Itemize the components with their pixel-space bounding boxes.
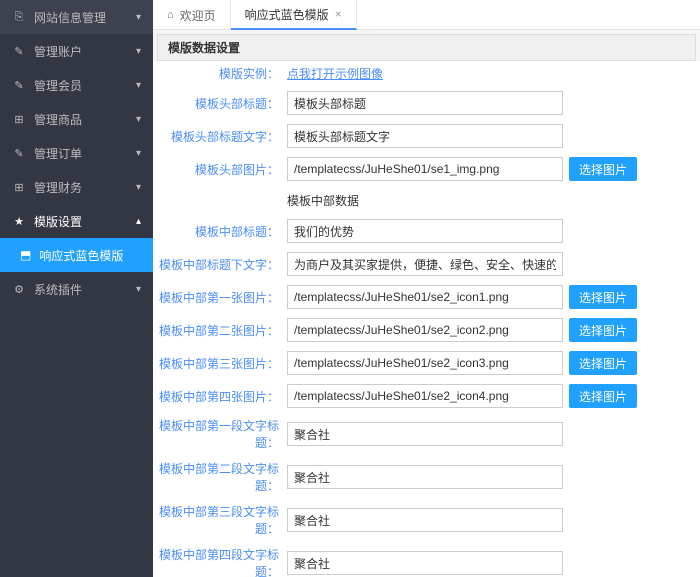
gear-icon: ⚙ [12,282,26,296]
grid-icon: ⊞ [12,112,26,126]
label-middle-img3: 模板中部第三张图片： [157,355,287,372]
sidebar: ⎘ 网站信息管理 ▾ ✎ 管理账户 ▾ ✎ 管理会员 ▾ ⊞ 管理商品 ▾ ✎ 管理订单 … [0,0,153,577]
input-middle-img1[interactable] [287,285,563,309]
input-text-title2[interactable] [287,465,563,489]
chevron-down-icon: ▾ [136,182,141,193]
tab-bar: ⌂ 欢迎页 响应式蓝色模版 × [153,0,700,30]
nav-label: 网站信息管理 [34,9,106,26]
star-icon: ★ [12,214,26,228]
tab-template-blue[interactable]: 响应式蓝色模版 × [231,0,357,30]
btn-select-img4[interactable]: 选择图片 [569,384,637,408]
nav-label: 管理订单 [34,145,82,162]
label-text-title3: 模板中部第三段文字标题： [157,503,287,537]
nav-order[interactable]: ✎ 管理订单 ▾ [0,136,153,170]
tab-home[interactable]: ⌂ 欢迎页 [153,0,231,30]
label-text-title2: 模板中部第二段文字标题： [157,460,287,494]
nav-template-blue[interactable]: ⬒ 响应式蓝色模版 [0,238,153,272]
btn-select-img3[interactable]: 选择图片 [569,351,637,375]
chevron-down-icon: ▾ [136,148,141,159]
nav-label: 模版设置 [34,213,82,230]
form-area: 模版实例： 点我打开示例图像 模板头部标题： 模板头部标题文字： 模板头部图片：… [153,61,700,577]
label-middle-title: 模板中部标题： [157,223,287,240]
label-header-image: 模板头部图片： [157,161,287,178]
input-header-image[interactable] [287,157,563,181]
close-icon[interactable]: × [335,7,342,21]
nav-label: 系统插件 [34,281,82,298]
input-middle-img3[interactable] [287,351,563,375]
chevron-down-icon: ▾ [136,114,141,125]
btn-select-img2[interactable]: 选择图片 [569,318,637,342]
nav-label: 管理账户 [34,43,82,60]
input-header-subtitle[interactable] [287,124,563,148]
tab-label: 响应式蓝色模版 [245,6,329,23]
label-text-title4: 模板中部第四段文字标题： [157,546,287,577]
nav-product[interactable]: ⊞ 管理商品 ▾ [0,102,153,136]
label-middle-title-sub: 模板中部标题下文字： [157,256,287,273]
chevron-down-icon: ▾ [136,284,141,295]
label-example: 模版实例： [157,65,287,82]
label-middle-img1: 模板中部第一张图片： [157,289,287,306]
pencil-icon: ✎ [12,146,26,160]
nav-label: 管理财务 [34,179,82,196]
input-header-title[interactable] [287,91,563,115]
label-middle-img4: 模板中部第四张图片： [157,388,287,405]
nav-template[interactable]: ★ 模版设置 ▴ [0,204,153,238]
tab-label: 欢迎页 [180,7,216,24]
input-middle-title[interactable] [287,219,563,243]
link-example-image[interactable]: 点我打开示例图像 [287,65,383,82]
label-middle-img2: 模板中部第二张图片： [157,322,287,339]
input-middle-title-sub[interactable] [287,252,563,276]
label-text-title1: 模板中部第一段文字标题： [157,417,287,451]
nav-label: 管理商品 [34,111,82,128]
chevron-down-icon: ▾ [136,80,141,91]
window-icon: ⬒ [20,248,31,262]
label-header-title: 模板头部标题： [157,95,287,112]
input-text-title4[interactable] [287,551,563,575]
input-middle-img2[interactable] [287,318,563,342]
subheader-middle: 模板中部数据 [157,186,696,215]
box-icon: ⎘ [12,10,26,24]
input-text-title1[interactable] [287,422,563,446]
nav-plugin[interactable]: ⚙ 系统插件 ▾ [0,272,153,306]
main-content: ⌂ 欢迎页 响应式蓝色模版 × 模版数据设置 模版实例： 点我打开示例图像 模板… [153,0,700,577]
nav-account[interactable]: ✎ 管理账户 ▾ [0,34,153,68]
nav-finance[interactable]: ⊞ 管理财务 ▾ [0,170,153,204]
pencil-icon: ✎ [12,78,26,92]
nav-label: 管理会员 [34,77,82,94]
btn-select-img1[interactable]: 选择图片 [569,285,637,309]
input-middle-img4[interactable] [287,384,563,408]
nav-website-info[interactable]: ⎘ 网站信息管理 ▾ [0,0,153,34]
chevron-down-icon: ▾ [136,46,141,57]
nav-member[interactable]: ✎ 管理会员 ▾ [0,68,153,102]
btn-select-header-image[interactable]: 选择图片 [569,157,637,181]
chevron-down-icon: ▾ [136,12,141,23]
pencil-icon: ✎ [12,44,26,58]
nav-sublabel: 响应式蓝色模版 [39,247,123,264]
chevron-up-icon: ▴ [136,216,141,227]
section-header: 模版数据设置 [157,34,696,61]
grid-icon: ⊞ [12,180,26,194]
label-header-subtitle: 模板头部标题文字： [157,128,287,145]
home-icon: ⌂ [167,9,174,21]
input-text-title3[interactable] [287,508,563,532]
